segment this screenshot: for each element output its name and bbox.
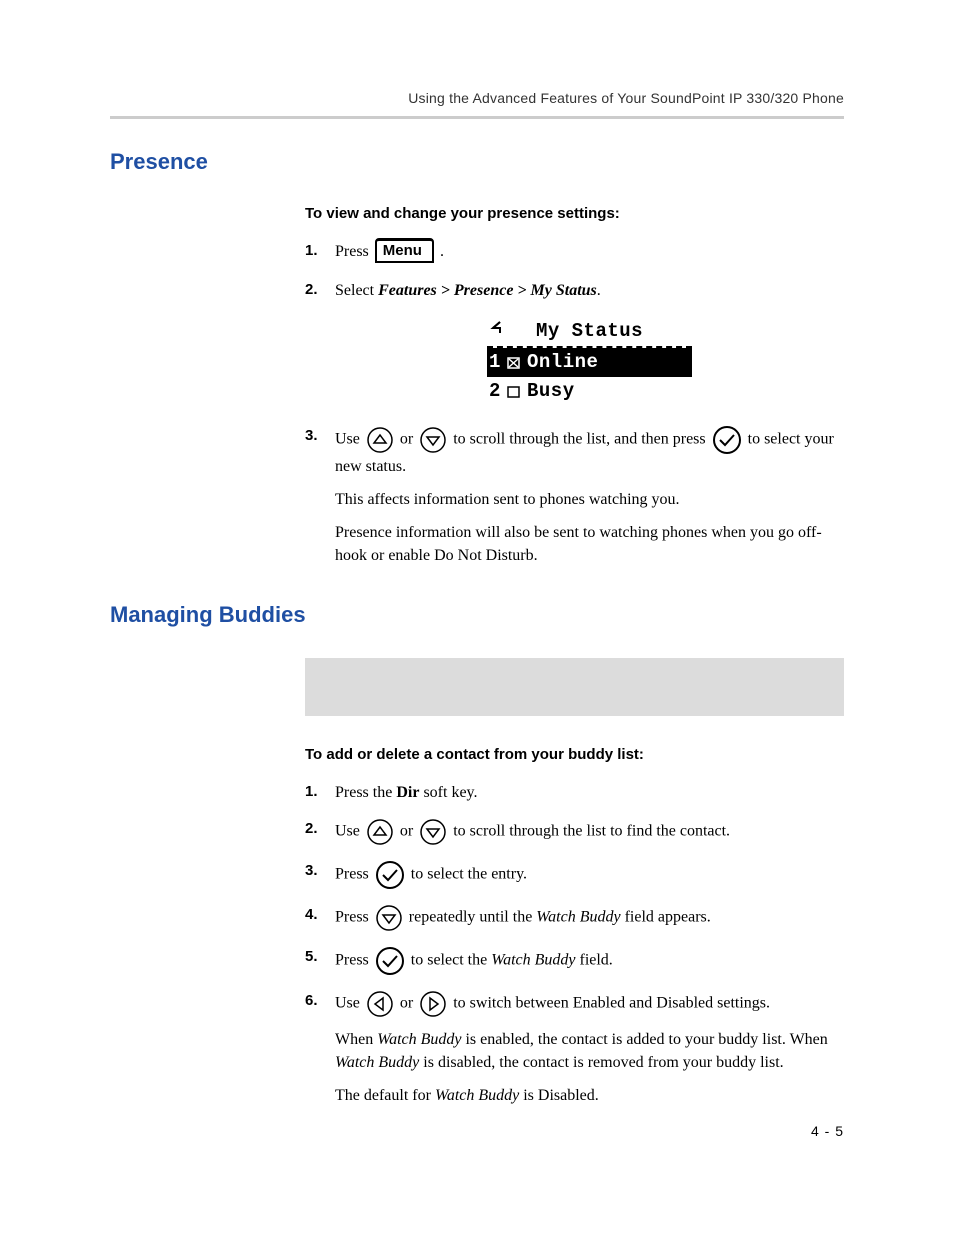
text: or xyxy=(396,822,417,839)
text: field. xyxy=(575,951,612,968)
paragraph: This affects information sent to phones … xyxy=(335,488,844,511)
step-3: Press to select the entry. xyxy=(305,860,844,890)
text: Press the xyxy=(335,784,396,801)
field-name: Watch Buddy xyxy=(435,1087,519,1104)
arrow-down-icon xyxy=(419,818,447,846)
arrow-down-icon xyxy=(375,904,403,932)
text: Use xyxy=(335,994,364,1011)
checked-box-icon xyxy=(507,357,521,369)
text: to scroll through the list to find the c… xyxy=(449,822,730,839)
lcd-row-2: 2 Busy xyxy=(487,377,692,407)
text: to select the xyxy=(407,951,491,968)
arrow-right-icon xyxy=(419,990,447,1018)
step-2: Use or to scroll through the list to fin… xyxy=(305,818,844,846)
body-column: To view and change your presence setting… xyxy=(305,205,844,568)
step-1: Press Menu . xyxy=(305,240,844,265)
text: to scroll through the list, and then pre… xyxy=(449,431,709,448)
text: . xyxy=(436,243,444,260)
text: Press xyxy=(335,951,373,968)
text: or xyxy=(396,994,417,1011)
softkey-name: Dir xyxy=(396,784,419,801)
step-5: Press to select the Watch Buddy field. xyxy=(305,946,844,976)
lcd-row-label: Busy xyxy=(527,378,575,406)
field-name: Watch Buddy xyxy=(377,1031,461,1048)
steps-buddies: Press the Dir soft key. Use or to scroll… xyxy=(305,781,844,1108)
lcd-row-num: 1 xyxy=(489,349,501,377)
text: is disabled, the contact is removed from… xyxy=(419,1054,783,1071)
check-icon xyxy=(375,946,405,976)
body-column: To add or delete a contact from your bud… xyxy=(305,658,844,1108)
empty-box-icon xyxy=(507,386,521,398)
paragraph: The default for Watch Buddy is Disabled. xyxy=(335,1084,844,1107)
field-name: Watch Buddy xyxy=(335,1054,419,1071)
text: soft key. xyxy=(419,784,477,801)
lcd-row-1: 1 Online xyxy=(487,348,692,378)
arrow-left-icon xyxy=(366,990,394,1018)
section-heading-presence: Presence xyxy=(110,149,844,175)
paragraph: When Watch Buddy is enabled, the contact… xyxy=(335,1028,844,1074)
check-icon xyxy=(375,860,405,890)
step-1: Press the Dir soft key. xyxy=(305,781,844,804)
text: to select the entry. xyxy=(407,865,527,882)
lcd-row-label: Online xyxy=(527,349,598,377)
text: repeatedly until the xyxy=(405,908,537,925)
back-icon xyxy=(489,319,505,345)
page-number: 4 - 5 xyxy=(811,1123,844,1139)
field-name: Watch Buddy xyxy=(491,951,575,968)
note-placeholder xyxy=(305,658,844,716)
text: Select xyxy=(335,282,378,299)
intro-presence: To view and change your presence setting… xyxy=(305,205,844,222)
text: is Disabled. xyxy=(519,1087,599,1104)
text: Press xyxy=(335,908,373,925)
lcd-title: My Status xyxy=(487,316,692,348)
section-heading-buddies: Managing Buddies xyxy=(110,602,844,628)
arrow-up-icon xyxy=(366,426,394,454)
step-6: Use or to switch between Enabled and Dis… xyxy=(305,990,844,1108)
text: When xyxy=(335,1031,377,1048)
step-3: Use or to scroll through the list, and t… xyxy=(305,425,844,568)
menu-key-icon: Menu xyxy=(375,238,434,263)
step-4: Press repeatedly until the Watch Buddy f… xyxy=(305,904,844,932)
lcd-row-num: 2 xyxy=(489,378,501,406)
text: is enabled, the contact is added to your… xyxy=(461,1031,827,1048)
steps-presence: Press Menu . Select Features > Presence … xyxy=(305,240,844,568)
arrow-down-icon xyxy=(419,426,447,454)
check-icon xyxy=(712,425,742,455)
paragraph: Presence information will also be sent t… xyxy=(335,521,844,567)
arrow-up-icon xyxy=(366,818,394,846)
page: Using the Advanced Features of Your Soun… xyxy=(0,0,954,1235)
text: to switch between Enabled and Disabled s… xyxy=(449,994,770,1011)
text: . xyxy=(597,282,601,299)
running-head: Using the Advanced Features of Your Soun… xyxy=(110,90,844,106)
field-name: Watch Buddy xyxy=(536,908,620,925)
step-2: Select Features > Presence > My Status. … xyxy=(305,279,844,407)
text: or xyxy=(396,431,417,448)
text: Press xyxy=(335,865,373,882)
intro-buddies: To add or delete a contact from your bud… xyxy=(305,746,844,763)
text: Use xyxy=(335,431,364,448)
text: Use xyxy=(335,822,364,839)
menu-path: Features > Presence > My Status xyxy=(378,282,597,299)
text: The default for xyxy=(335,1087,435,1104)
text: Press xyxy=(335,243,373,260)
lcd-title-text: My Status xyxy=(536,318,643,346)
header-rule xyxy=(110,116,844,119)
text: field appears. xyxy=(621,908,711,925)
lcd-screenshot: My Status 1 Online 2 Busy xyxy=(487,316,692,407)
